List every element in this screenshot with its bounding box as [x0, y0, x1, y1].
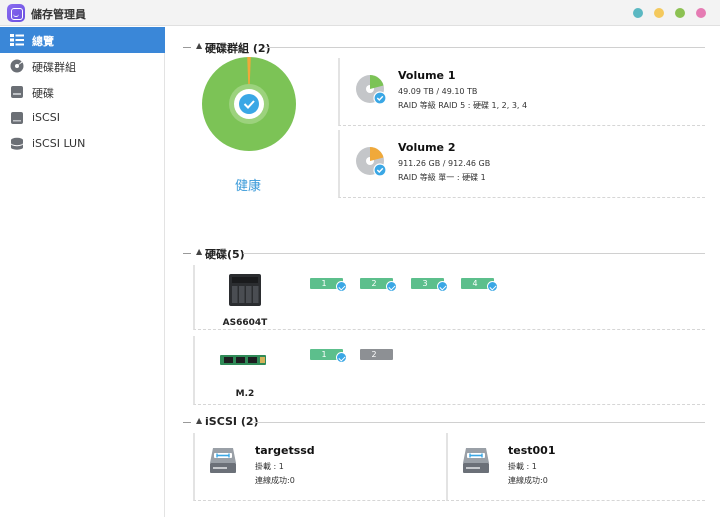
iscsi-target-name: test001 — [508, 444, 556, 457]
iscsi-target-icon — [463, 448, 489, 473]
m2-ssd-icon — [220, 355, 266, 365]
volume-size: 49.09 TB / 49.10 TB — [398, 87, 478, 96]
sidebar-item-label: 總覽 — [32, 35, 54, 48]
volume-name: Volume 2 — [398, 141, 456, 154]
sidebar-item-label: 硬碟 — [32, 87, 54, 100]
sidebar-item-label: iSCSI — [32, 111, 60, 124]
volume-raid: RAID 等級 RAID 5 : 硬碟 1, 2, 3, 4 — [398, 101, 528, 110]
collapse-chevron-icon[interactable]: ▲ — [196, 247, 202, 256]
disk-group-section-header[interactable]: ▲ 硬碟群組 (2) — [183, 40, 705, 55]
sidebar-item-disks[interactable]: 硬碟 — [0, 79, 165, 105]
check-icon — [487, 281, 498, 292]
health-status-label: 健康 — [234, 179, 261, 194]
window-dot-pink[interactable] — [696, 8, 706, 18]
check-icon — [239, 94, 259, 114]
title-bar: 儲存管理員 — [0, 0, 720, 26]
storage-manager-app-icon — [7, 4, 25, 22]
sidebar-item-iscsi-lun[interactable]: iSCSI LUN — [0, 131, 165, 157]
iscsi-target-name: targetssd — [255, 444, 315, 457]
disk-bay-2[interactable]: 2 — [360, 349, 393, 360]
enclosure-name: M.2 — [235, 389, 255, 399]
disks-section-header[interactable]: ▲ 硬碟(5) — [183, 246, 705, 261]
volume-card[interactable]: Volume 1 49.09 TB / 49.10 TB RAID 等級 RAI… — [338, 58, 705, 126]
window-dot-teal[interactable] — [633, 8, 643, 18]
sidebar: 總覽 硬碟群組 硬碟 iSCSI iSCSI LUN — [0, 27, 165, 517]
collapse-chevron-icon[interactable]: ▲ — [196, 416, 202, 425]
check-icon — [386, 281, 397, 292]
iscsi-mounted: 掛載 : 1 — [508, 462, 537, 471]
disk-bay-2[interactable]: 2 — [360, 278, 397, 292]
nas-device-icon — [229, 274, 261, 306]
overview-list-icon — [10, 34, 24, 46]
check-icon — [437, 281, 448, 292]
volume-name: Volume 1 — [398, 69, 456, 82]
section-title: 硬碟(5) — [205, 248, 245, 261]
collapse-chevron-icon[interactable]: ▲ — [196, 41, 202, 50]
sidebar-item-overview[interactable]: 總覽 — [0, 27, 165, 53]
disk-group-icon — [10, 59, 24, 73]
sidebar-item-disk-groups[interactable]: 硬碟群組 — [0, 53, 165, 79]
iscsi-mounted: 掛載 : 1 — [255, 462, 284, 471]
disk-bay-3[interactable]: 3 — [411, 278, 448, 292]
disk-bay-1[interactable]: 1 — [310, 349, 347, 363]
volume-disk-icon — [356, 75, 387, 105]
check-icon — [336, 281, 347, 292]
disk-bay-4[interactable]: 4 — [461, 278, 498, 292]
section-title: iSCSI (2) — [205, 415, 259, 428]
iscsi-connected: 連線成功:0 — [255, 476, 295, 485]
volume-size: 911.26 GB / 912.46 GB — [398, 159, 491, 168]
check-icon — [336, 352, 347, 363]
enclosure-as6604t[interactable]: AS6604T 1 2 3 4 — [193, 265, 705, 330]
enclosure-name: AS6604T — [222, 318, 268, 328]
volume-disk-icon — [356, 147, 387, 177]
volume-raid: RAID 等級 單一 : 硬碟 1 — [398, 173, 486, 182]
iscsi-connected: 連線成功:0 — [508, 476, 548, 485]
iscsi-target-card[interactable]: test001 掛載 : 1 連線成功:0 — [446, 433, 705, 501]
iscsi-target-icon — [210, 448, 236, 473]
iscsi-target-card[interactable]: targetssd 掛載 : 1 連線成功:0 — [193, 433, 445, 501]
volume-card[interactable]: Volume 2 911.26 GB / 912.46 GB RAID 等級 單… — [338, 130, 705, 198]
enclosure-m2[interactable]: M.2 1 2 — [193, 336, 705, 405]
health-pie-chart — [202, 56, 296, 151]
window-dot-green[interactable] — [675, 8, 685, 18]
window-dot-yellow[interactable] — [654, 8, 664, 18]
sidebar-item-iscsi[interactable]: iSCSI — [0, 105, 165, 131]
iscsi-section-header[interactable]: ▲ iSCSI (2) — [183, 415, 705, 429]
hdd-icon — [11, 86, 23, 98]
sidebar-item-label: iSCSI LUN — [32, 137, 86, 150]
iscsi-icon — [11, 112, 23, 124]
section-title: 硬碟群組 (2) — [205, 42, 271, 55]
lun-stack-icon — [11, 137, 23, 150]
window-title: 儲存管理員 — [31, 8, 86, 21]
sidebar-item-label: 硬碟群組 — [32, 61, 76, 74]
disk-bay-1[interactable]: 1 — [310, 278, 347, 292]
